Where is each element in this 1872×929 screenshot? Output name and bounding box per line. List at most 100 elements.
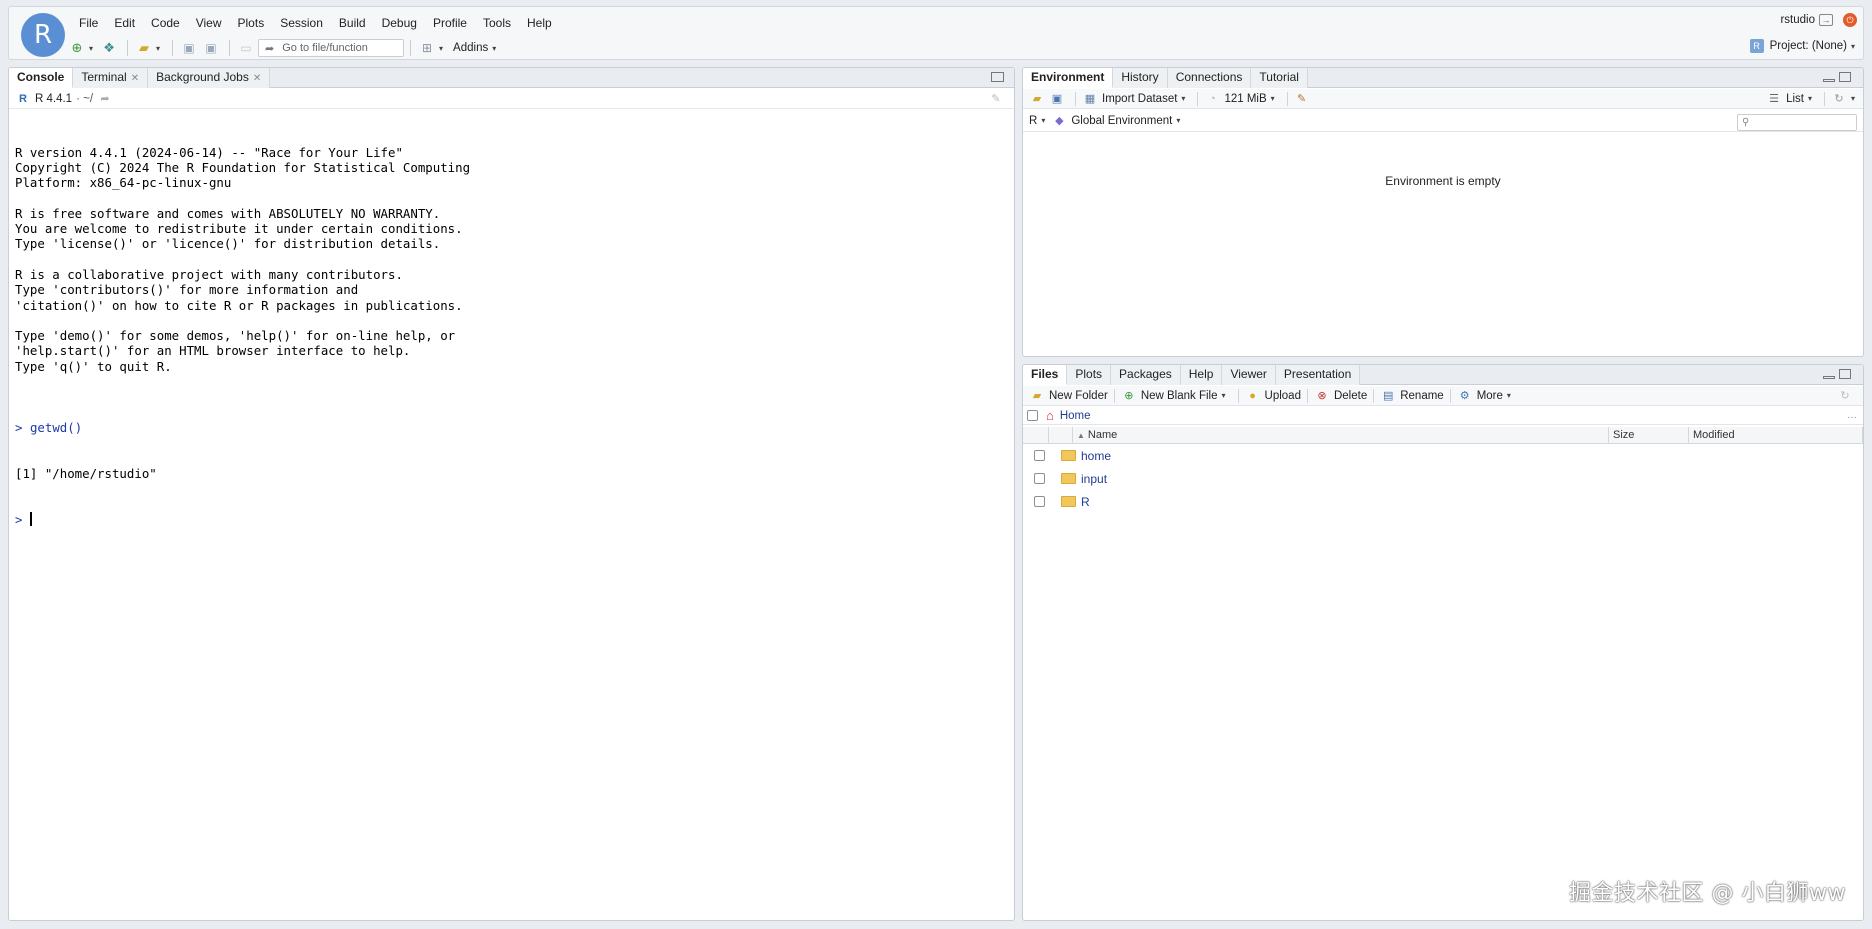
breadcrumb-home[interactable]: Home xyxy=(1060,410,1091,422)
save-all-icon[interactable]: ▣ xyxy=(201,39,221,57)
import-dataset-caret-icon[interactable]: ▾ xyxy=(1181,94,1185,103)
open-file-icon[interactable]: ▰ xyxy=(134,39,154,57)
home-icon[interactable]: ⌂ xyxy=(1046,408,1054,423)
more-menu[interactable]: More xyxy=(1477,390,1503,402)
addins-menu[interactable]: Addins xyxy=(453,42,488,54)
file-name-link[interactable]: input xyxy=(1081,472,1107,486)
tab-help[interactable]: Help xyxy=(1180,365,1223,385)
restore-pane-icon[interactable] xyxy=(991,72,1004,82)
memory-caret-icon[interactable]: ▾ xyxy=(1271,94,1275,103)
file-row[interactable]: input xyxy=(1023,469,1863,488)
tab-files[interactable]: Files xyxy=(1023,365,1068,385)
menu-help[interactable]: Help xyxy=(519,14,560,32)
save-icon[interactable]: ▣ xyxy=(179,39,199,57)
print-icon[interactable]: ▭ xyxy=(236,39,256,57)
minimize-pane-icon[interactable] xyxy=(1823,79,1835,82)
menu-edit[interactable]: Edit xyxy=(106,14,143,32)
file-name-link[interactable]: home xyxy=(1081,449,1111,463)
import-dataset-icon[interactable]: ▦ xyxy=(1082,92,1098,106)
tab-environment[interactable]: Environment xyxy=(1023,68,1114,88)
tab-viewer[interactable]: Viewer xyxy=(1222,365,1276,385)
close-icon[interactable]: ✕ xyxy=(253,73,261,84)
clear-console-icon[interactable]: ✎ xyxy=(988,92,1004,106)
refresh-caret-icon[interactable]: ▾ xyxy=(1851,94,1855,103)
environment-scope-select[interactable]: Global Environment xyxy=(1071,115,1172,127)
new-folder-button[interactable]: New Folder xyxy=(1049,390,1108,402)
menu-profile[interactable]: Profile xyxy=(425,14,475,32)
column-modified-header[interactable]: Modified xyxy=(1689,427,1863,443)
new-project-icon[interactable]: ❖ xyxy=(99,39,119,57)
new-file-caret-icon[interactable]: ▾ xyxy=(89,44,93,53)
maximize-pane-icon[interactable] xyxy=(1839,72,1851,82)
console-line: 'help.start()' for an HTML browser inter… xyxy=(15,343,411,359)
load-workspace-icon[interactable]: ▰ xyxy=(1029,92,1045,106)
file-row[interactable]: R xyxy=(1023,492,1863,511)
refresh-icon[interactable]: ↻ xyxy=(1837,389,1853,403)
toolbar-divider xyxy=(1113,388,1115,403)
workspace-panes-icon[interactable]: ⊞ xyxy=(417,39,437,57)
goto-file-function-input[interactable]: ➦ Go to file/function xyxy=(258,39,405,57)
workspace-panes-caret-icon[interactable]: ▾ xyxy=(439,44,443,53)
quit-session-icon[interactable]: ⏻ xyxy=(1843,13,1857,27)
menu-code[interactable]: Code xyxy=(143,14,188,32)
tab-terminal[interactable]: Terminal ✕ xyxy=(73,68,149,88)
row-checkbox[interactable] xyxy=(1034,496,1045,507)
tab-plots[interactable]: Plots xyxy=(1067,365,1112,385)
tab-tutorial[interactable]: Tutorial xyxy=(1251,68,1308,88)
row-checkbox[interactable] xyxy=(1034,473,1045,484)
rename-button[interactable]: Rename xyxy=(1400,390,1443,402)
open-file-caret-icon[interactable]: ▾ xyxy=(156,44,160,53)
view-mode-select[interactable]: List xyxy=(1786,93,1804,105)
save-workspace-icon[interactable]: ▣ xyxy=(1049,92,1065,106)
go-to-dir-icon[interactable]: ➦ xyxy=(97,92,113,106)
tab-connections[interactable]: Connections xyxy=(1167,68,1252,88)
new-blank-file-button[interactable]: New Blank File xyxy=(1141,390,1218,402)
menu-plots[interactable]: Plots xyxy=(230,14,273,32)
env-tabstrip: Environment History Connections Tutorial xyxy=(1023,68,1863,88)
menu-build[interactable]: Build xyxy=(331,14,374,32)
console-output[interactable]: R version 4.4.1 (2024-06-14) -- "Race fo… xyxy=(15,114,1008,558)
new-blank-file-caret-icon[interactable]: ▾ xyxy=(1222,391,1226,400)
sign-out-icon[interactable]: → xyxy=(1819,14,1833,26)
tab-packages[interactable]: Packages xyxy=(1111,365,1181,385)
project-menu[interactable]: R Project: (None) ▾ xyxy=(1749,39,1855,53)
new-file-icon[interactable]: ⊕ xyxy=(67,39,87,57)
addins-caret-icon[interactable]: ▾ xyxy=(492,44,496,53)
close-icon[interactable]: ✕ xyxy=(131,73,139,84)
delete-button[interactable]: Delete xyxy=(1334,390,1367,402)
refresh-icon[interactable]: ↻ xyxy=(1831,92,1847,106)
language-caret-icon[interactable]: ▾ xyxy=(1041,116,1045,125)
view-mode-caret-icon[interactable]: ▾ xyxy=(1808,94,1812,103)
tab-console[interactable]: Console xyxy=(9,68,74,88)
select-all-checkbox[interactable] xyxy=(1027,410,1038,421)
maximize-pane-icon[interactable] xyxy=(1839,369,1851,379)
more-caret-icon[interactable]: ▾ xyxy=(1507,391,1511,400)
file-row[interactable]: home xyxy=(1023,446,1863,465)
memory-usage[interactable]: 121 MiB xyxy=(1224,93,1266,105)
minimize-pane-icon[interactable] xyxy=(1823,376,1835,379)
working-dir[interactable]: · ~/ xyxy=(76,93,93,105)
column-size-header[interactable]: Size xyxy=(1609,427,1689,443)
import-dataset-button[interactable]: Import Dataset xyxy=(1102,93,1177,105)
language-select[interactable]: R xyxy=(1029,115,1037,127)
scope-caret-icon[interactable]: ▾ xyxy=(1176,116,1180,125)
console-input-line[interactable]: > xyxy=(15,511,1008,527)
menu-session[interactable]: Session xyxy=(272,14,331,32)
tab-history[interactable]: History xyxy=(1113,68,1168,88)
menu-tools[interactable]: Tools xyxy=(475,14,519,32)
upload-button[interactable]: Upload xyxy=(1265,390,1301,402)
menu-view[interactable]: View xyxy=(188,14,230,32)
row-checkbox[interactable] xyxy=(1034,450,1045,461)
file-name-link[interactable]: R xyxy=(1081,495,1090,509)
clear-environment-broom-icon[interactable]: ✎ xyxy=(1294,92,1310,106)
menu-debug[interactable]: Debug xyxy=(374,14,425,32)
r-version-icon: R xyxy=(19,92,27,105)
env-search-input[interactable]: ⚲ xyxy=(1737,114,1857,131)
more-path-icon[interactable]: … xyxy=(1847,410,1857,421)
column-name-header[interactable]: ▲ Name xyxy=(1073,427,1609,443)
menu-file[interactable]: File xyxy=(71,14,106,32)
tab-background-jobs[interactable]: Background Jobs ✕ xyxy=(148,68,271,88)
tab-presentation[interactable]: Presentation xyxy=(1275,365,1361,385)
